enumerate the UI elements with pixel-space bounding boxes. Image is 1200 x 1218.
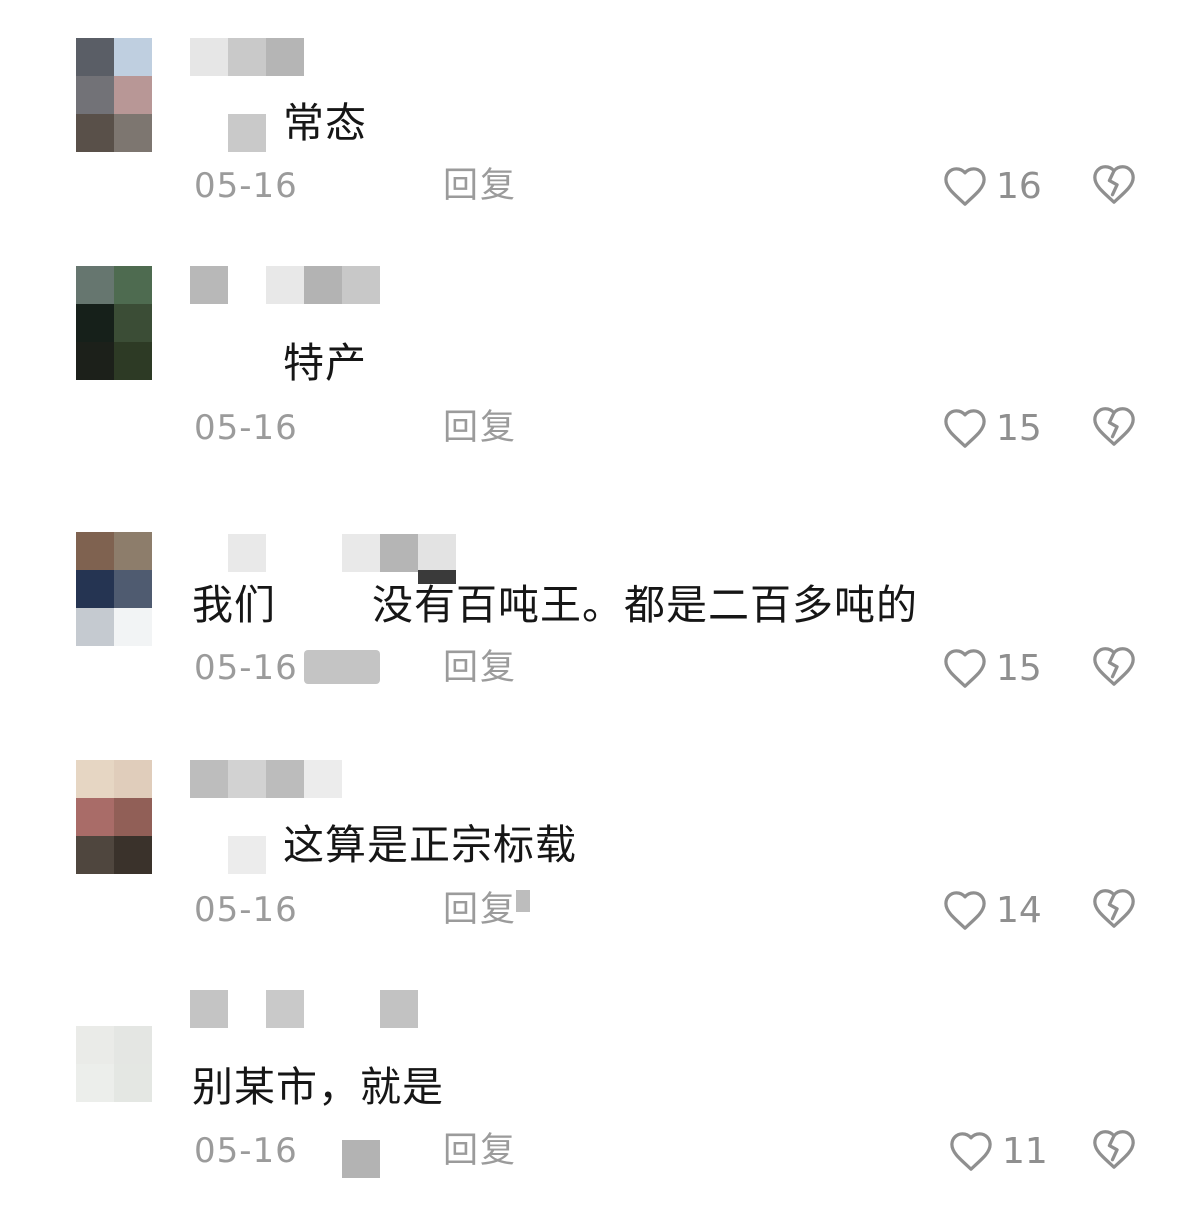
avatar[interactable] <box>76 532 152 646</box>
comment-date: 05-16 <box>194 648 298 688</box>
username-blurred[interactable] <box>190 990 228 1028</box>
reply-button[interactable]: 回复 <box>443 648 517 688</box>
mosaic-tile <box>342 534 380 572</box>
like-count: 16 <box>996 165 1042 207</box>
dislike-icon[interactable] <box>1091 885 1137 931</box>
comment-text: 我们 <box>192 581 276 629</box>
avatar[interactable] <box>76 38 152 152</box>
heart-icon <box>944 891 986 930</box>
mosaic-tile <box>266 38 304 76</box>
mosaic-tile <box>228 760 266 798</box>
mosaic-tile <box>190 38 228 76</box>
blur-patch <box>304 650 380 684</box>
like-button[interactable]: 11 <box>948 1126 1048 1176</box>
dislike-icon[interactable] <box>1091 1126 1137 1172</box>
username-blurred[interactable] <box>190 760 342 798</box>
avatar[interactable] <box>76 988 152 1102</box>
mosaic-tile <box>190 760 228 798</box>
mosaic-tile <box>228 266 266 304</box>
comment-date: 05-16 <box>194 166 298 206</box>
mosaic-tile <box>304 760 342 798</box>
blur-patch <box>228 534 266 572</box>
comment-text: 常态 <box>283 99 367 147</box>
blur-patch <box>228 836 266 874</box>
comment-date: 05-16 <box>194 1131 298 1171</box>
dislike-icon[interactable] <box>1091 161 1137 207</box>
comment-date: 05-16 <box>194 890 298 930</box>
heart-icon <box>944 167 986 206</box>
dislike-icon[interactable] <box>1091 403 1137 449</box>
like-button[interactable]: 15 <box>942 643 1042 693</box>
username-blurred[interactable] <box>266 990 304 1028</box>
comment-text: 特产 <box>283 339 367 387</box>
heart-icon <box>950 1132 992 1171</box>
mosaic-tile <box>418 534 456 572</box>
mosaic-tile <box>266 760 304 798</box>
mosaic-tile <box>304 266 342 304</box>
avatar[interactable] <box>76 760 152 874</box>
mosaic-tile <box>266 266 304 304</box>
reply-button[interactable]: 回复 <box>443 166 517 206</box>
mosaic-tile <box>380 534 418 572</box>
like-button[interactable]: 14 <box>942 885 1042 935</box>
like-button[interactable]: 15 <box>942 403 1042 453</box>
username-blurred[interactable] <box>380 990 418 1028</box>
like-count: 15 <box>996 647 1042 689</box>
mosaic-tile <box>228 38 266 76</box>
username-blurred[interactable] <box>190 38 304 76</box>
username-blurred[interactable] <box>190 266 380 304</box>
blur-patch <box>228 114 266 152</box>
username-blurred[interactable] <box>342 534 456 572</box>
like-count: 14 <box>996 889 1042 931</box>
blur-patch <box>342 1140 380 1178</box>
avatar[interactable] <box>76 266 152 380</box>
blur-patch <box>516 890 530 912</box>
reply-button[interactable]: 回复 <box>443 1131 517 1171</box>
heart-icon <box>944 649 986 688</box>
comment-text: 没有百吨王。都是二百多吨的 <box>372 581 918 629</box>
mosaic-tile <box>342 266 380 304</box>
heart-icon <box>944 409 986 448</box>
like-count: 15 <box>996 407 1042 449</box>
comment-text: 这算是正宗标载 <box>283 821 577 869</box>
mosaic-tile <box>190 266 228 304</box>
comment-text: 别某市，就是 <box>192 1063 444 1111</box>
reply-button[interactable]: 回复 <box>443 890 517 930</box>
like-count: 11 <box>1002 1130 1048 1172</box>
reply-button[interactable]: 回复 <box>443 408 517 448</box>
dislike-icon[interactable] <box>1091 643 1137 689</box>
like-button[interactable]: 16 <box>942 161 1042 211</box>
comment-date: 05-16 <box>194 408 298 448</box>
